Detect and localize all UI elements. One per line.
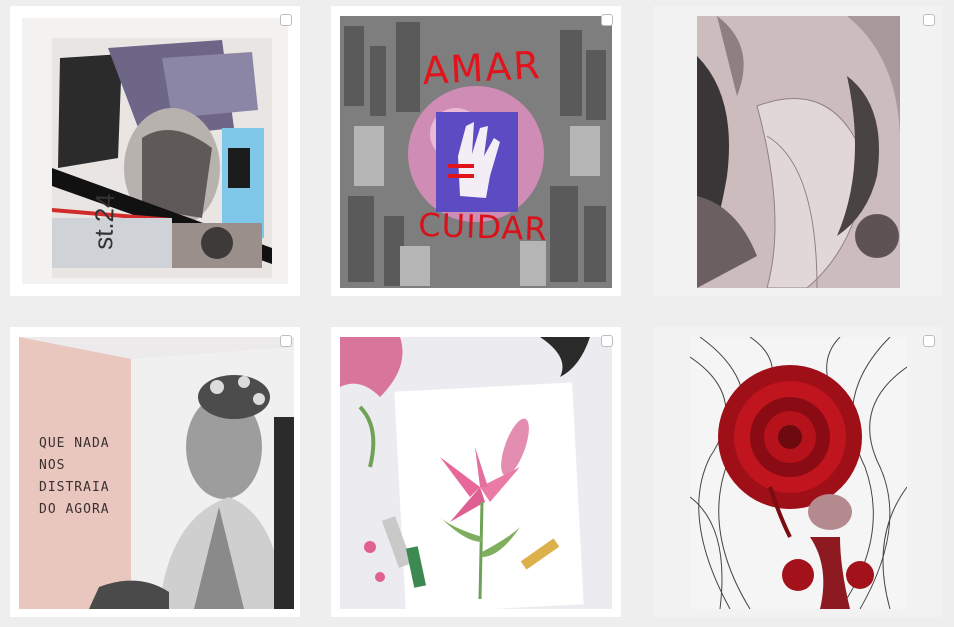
post-image-mural: QUE NADA NOS DISTRAIA DO AGORA (19, 337, 294, 609)
wall-line: QUE NADA (39, 436, 110, 451)
gallery-post-1[interactable]: st.24 (10, 6, 300, 296)
post-image-botanical (697, 16, 900, 288)
select-checkbox[interactable] (923, 335, 935, 347)
select-checkbox[interactable] (601, 335, 613, 347)
gallery-post-3[interactable] (653, 6, 943, 296)
gallery-post-2[interactable]: AMAR CUIDAR (331, 6, 621, 296)
post-image-amar-cuidar: AMAR CUIDAR (340, 16, 612, 288)
post-image-lily (340, 337, 612, 609)
lily-illustration (340, 337, 612, 609)
gallery-post-6[interactable] (653, 327, 943, 617)
cuidar-text: CUIDAR (417, 205, 549, 249)
select-checkbox[interactable] (923, 14, 935, 26)
botanical-illustration (697, 16, 900, 288)
wall-line: DO AGORA (39, 502, 110, 517)
select-checkbox[interactable] (280, 14, 292, 26)
gallery-post-5[interactable] (331, 327, 621, 617)
gallery-post-4[interactable]: QUE NADA NOS DISTRAIA DO AGORA (10, 327, 300, 617)
svg-text:st.24: st.24 (88, 193, 120, 250)
wall-line: NOS DISTRAIA (39, 458, 110, 495)
post-image-collage: st.24 (22, 18, 288, 284)
select-checkbox[interactable] (280, 335, 292, 347)
amar-text: AMAR (421, 42, 543, 94)
wall-text: QUE NADA NOS DISTRAIA DO AGORA (39, 433, 139, 521)
collage-illustration: st.24 (52, 38, 272, 278)
post-image-rose (690, 337, 907, 609)
select-checkbox[interactable] (601, 14, 613, 26)
rose-illustration (690, 337, 907, 609)
